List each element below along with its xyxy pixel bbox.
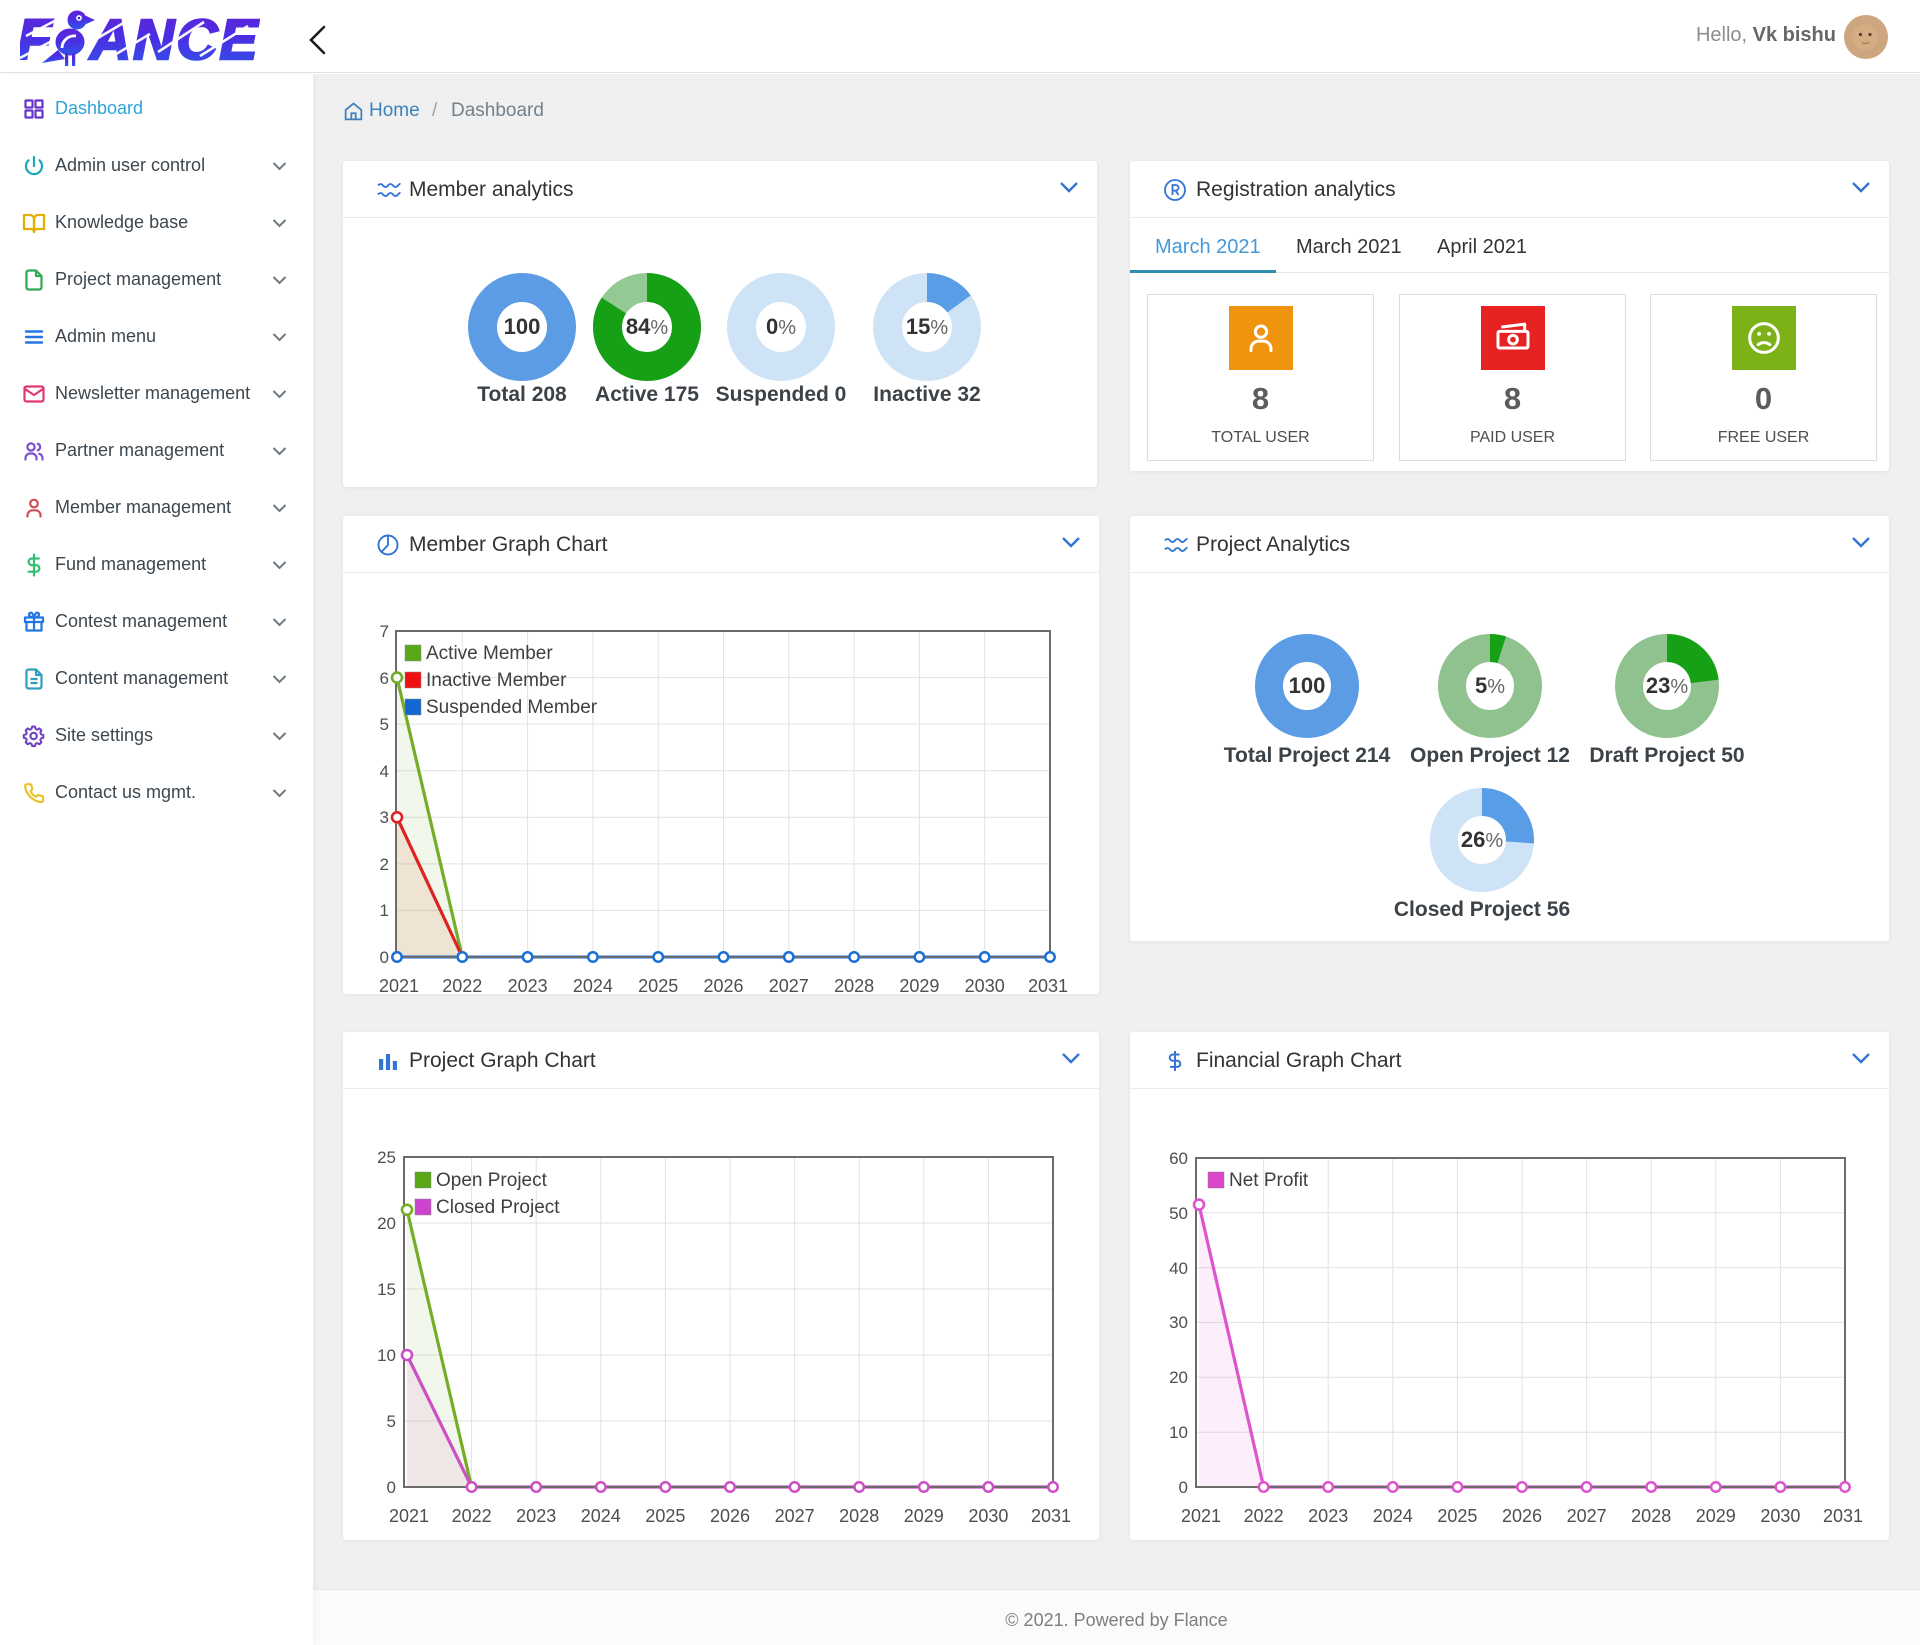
svg-text:2023: 2023 — [516, 1506, 556, 1526]
svg-text:2021: 2021 — [379, 976, 419, 994]
svg-text:2026: 2026 — [710, 1506, 750, 1526]
svg-text:2025: 2025 — [645, 1506, 685, 1526]
svg-text:15: 15 — [377, 1280, 396, 1299]
svg-text:2: 2 — [380, 855, 389, 874]
svg-text:3: 3 — [380, 808, 389, 827]
svg-text:2025: 2025 — [1437, 1506, 1477, 1526]
svg-text:Net Profit: Net Profit — [1229, 1170, 1309, 1191]
svg-text:2024: 2024 — [573, 976, 613, 994]
svg-text:4: 4 — [380, 762, 389, 781]
svg-text:Inactive Member: Inactive Member — [426, 670, 567, 691]
svg-text:30: 30 — [1169, 1313, 1188, 1332]
svg-text:2021: 2021 — [389, 1506, 429, 1526]
svg-text:Active Member: Active Member — [426, 643, 553, 664]
svg-text:40: 40 — [1169, 1259, 1188, 1278]
svg-text:20: 20 — [1169, 1368, 1188, 1387]
svg-text:Closed Project: Closed Project — [436, 1197, 560, 1218]
svg-text:7: 7 — [380, 622, 389, 641]
svg-text:6: 6 — [380, 669, 389, 688]
svg-text:0: 0 — [380, 948, 389, 967]
svg-text:2024: 2024 — [581, 1506, 621, 1526]
svg-text:2025: 2025 — [638, 976, 678, 994]
svg-text:2027: 2027 — [769, 976, 809, 994]
svg-text:50: 50 — [1169, 1204, 1188, 1223]
svg-text:0: 0 — [387, 1478, 396, 1497]
svg-text:2022: 2022 — [452, 1506, 492, 1526]
svg-text:2028: 2028 — [834, 976, 874, 994]
svg-text:5: 5 — [380, 715, 389, 734]
svg-text:10: 10 — [377, 1346, 396, 1365]
svg-text:25: 25 — [377, 1148, 396, 1167]
svg-text:Suspended Member: Suspended Member — [426, 697, 598, 718]
svg-text:2024: 2024 — [1373, 1506, 1413, 1526]
svg-text:2031: 2031 — [1031, 1506, 1071, 1526]
svg-text:2030: 2030 — [1760, 1506, 1800, 1526]
svg-text:2021: 2021 — [1181, 1506, 1221, 1526]
svg-text:2022: 2022 — [1244, 1506, 1284, 1526]
svg-text:2022: 2022 — [442, 976, 482, 994]
svg-text:5: 5 — [387, 1412, 396, 1431]
svg-text:ANCE: ANCE — [88, 8, 260, 68]
svg-text:60: 60 — [1169, 1149, 1188, 1168]
svg-text:2029: 2029 — [1696, 1506, 1736, 1526]
svg-text:2027: 2027 — [1567, 1506, 1607, 1526]
svg-text:2030: 2030 — [968, 1506, 1008, 1526]
svg-text:2029: 2029 — [899, 976, 939, 994]
svg-text:2023: 2023 — [508, 976, 548, 994]
svg-text:10: 10 — [1169, 1423, 1188, 1442]
svg-text:2028: 2028 — [839, 1506, 879, 1526]
svg-text:2026: 2026 — [703, 976, 743, 994]
svg-text:2023: 2023 — [1308, 1506, 1348, 1526]
svg-text:2029: 2029 — [904, 1506, 944, 1526]
svg-text:2031: 2031 — [1823, 1506, 1863, 1526]
svg-text:2031: 2031 — [1028, 976, 1068, 994]
svg-text:Open Project: Open Project — [436, 1170, 548, 1191]
svg-text:2027: 2027 — [775, 1506, 815, 1526]
svg-text:0: 0 — [1179, 1478, 1188, 1497]
svg-text:2028: 2028 — [1631, 1506, 1671, 1526]
svg-text:1: 1 — [380, 901, 389, 920]
svg-text:2026: 2026 — [1502, 1506, 1542, 1526]
svg-text:2030: 2030 — [965, 976, 1005, 994]
svg-text:20: 20 — [377, 1214, 396, 1233]
